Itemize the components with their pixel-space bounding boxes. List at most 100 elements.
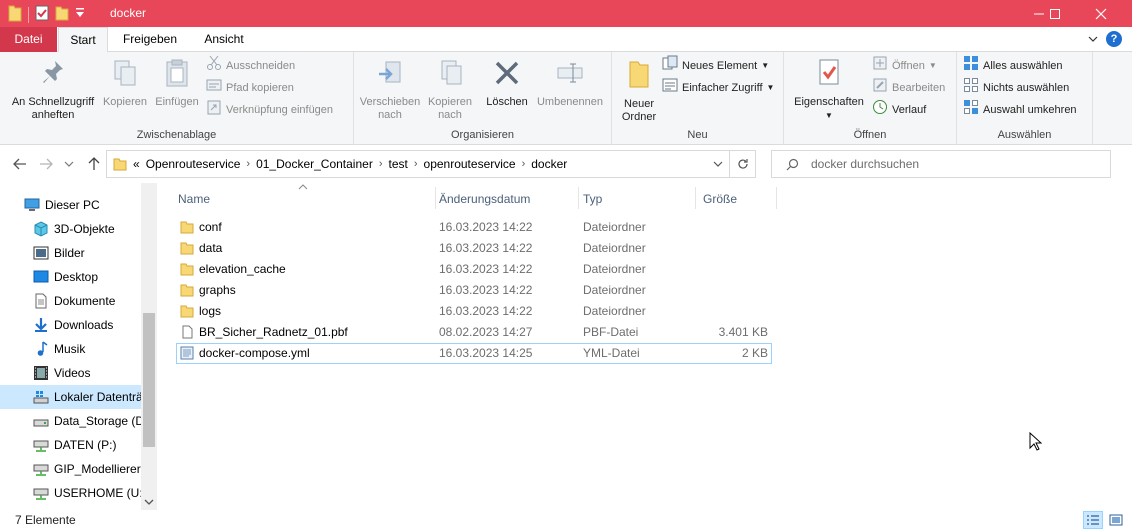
file-row[interactable]: elevation_cache 16.03.2023 14:22 Dateior…: [176, 259, 772, 280]
large-icons-view-button[interactable]: [1106, 511, 1126, 529]
breadcrumb-item[interactable]: docker: [531, 157, 567, 171]
refresh-button[interactable]: [730, 150, 756, 178]
select-all-button[interactable]: Alles auswählen: [963, 55, 1063, 76]
folder-icon: [180, 283, 194, 300]
nav-item-downloads[interactable]: Downloads: [0, 313, 142, 337]
copy-to-button[interactable]: Kopieren nach: [424, 58, 476, 122]
nav-item-userhome[interactable]: USERHOME (U:): [0, 481, 147, 505]
file-date: 16.03.2023 14:22: [439, 283, 533, 297]
invert-selection-button[interactable]: Auswahl umkehren: [963, 99, 1077, 120]
network-drive-icon: [33, 488, 49, 500]
new-folder-button[interactable]: Neuer Ordner: [616, 58, 662, 124]
column-divider[interactable]: [578, 187, 579, 209]
nav-item-local-drive[interactable]: Lokaler Datenträ: [0, 385, 143, 409]
nav-item-gip-modellierer[interactable]: GIP_Modellierer: [0, 457, 142, 481]
cut-button[interactable]: Ausschneiden: [206, 55, 295, 76]
copy-button[interactable]: Kopieren: [100, 58, 150, 109]
chevron-right-icon[interactable]: ›: [522, 158, 526, 170]
details-view-button[interactable]: [1083, 511, 1103, 529]
pin-quick-access-button[interactable]: An Schnellzugriff anheften: [4, 58, 102, 122]
nav-item-music[interactable]: Musik: [0, 337, 142, 361]
easy-access-button[interactable]: Einfacher Zugriff ▼: [662, 78, 774, 98]
nav-item-3d-objects[interactable]: 3D-Objekte: [0, 217, 142, 241]
nav-item-label: Musik: [54, 342, 86, 356]
breadcrumb-item[interactable]: test: [389, 157, 408, 171]
new-item-icon: [662, 55, 678, 78]
history-button[interactable]: Verlauf: [872, 99, 926, 120]
nav-item-data-storage[interactable]: Data_Storage (D:: [0, 409, 147, 433]
chevron-down-icon[interactable]: [1088, 32, 1098, 46]
file-type: Dateiordner: [583, 304, 646, 318]
breadcrumb-overflow[interactable]: «: [133, 157, 140, 171]
recent-locations-button[interactable]: [62, 154, 76, 174]
file-row[interactable]: conf 16.03.2023 14:22 Dateiordner: [176, 217, 772, 238]
file-row[interactable]: BR_Sicher_Radnetz_01.pbf 08.02.2023 14:2…: [176, 322, 772, 343]
column-header-type[interactable]: Typ: [583, 191, 602, 211]
properties-button[interactable]: Eigenschaften ▼: [790, 58, 868, 122]
breadcrumb-item[interactable]: 01_Docker_Container: [256, 157, 373, 171]
chevron-right-icon[interactable]: ›: [414, 158, 418, 170]
file-row[interactable]: logs 16.03.2023 14:22 Dateiordner: [176, 301, 772, 322]
chevron-down-icon[interactable]: [713, 157, 723, 171]
edit-button[interactable]: Bearbeiten: [872, 78, 945, 98]
file-row[interactable]: data 16.03.2023 14:22 Dateiordner: [176, 238, 772, 259]
file-row[interactable]: graphs 16.03.2023 14:22 Dateiordner: [176, 280, 772, 301]
move-to-button[interactable]: Verschieben nach: [358, 58, 422, 122]
column-header-date[interactable]: Änderungsdatum: [439, 191, 530, 211]
ribbon-help-area: ?: [1088, 31, 1122, 47]
nav-item-daten[interactable]: DATEN (P:): [0, 433, 142, 457]
pc-icon: [24, 198, 40, 211]
rename-button[interactable]: Umbenennen: [532, 58, 608, 109]
open-icon: [872, 55, 888, 78]
column-header-name[interactable]: Name: [178, 191, 210, 211]
new-folder-icon[interactable]: [55, 5, 69, 24]
forward-button[interactable]: [36, 154, 56, 174]
nav-item-pictures[interactable]: Bilder: [0, 241, 142, 265]
close-button[interactable]: [1078, 0, 1124, 27]
tab-file[interactable]: Datei: [0, 27, 57, 52]
nav-item-videos[interactable]: Videos: [0, 361, 142, 385]
properties-icon[interactable]: [35, 5, 49, 24]
chevron-right-icon[interactable]: ›: [379, 158, 383, 170]
select-group: Alles auswählen Nichts auswählen Auswahl…: [957, 52, 1093, 145]
select-none-button[interactable]: Nichts auswählen: [963, 77, 1069, 98]
customize-dropdown-icon[interactable]: [75, 7, 85, 22]
search-input[interactable]: docker durchsuchen: [811, 157, 919, 171]
nav-item-label: Dieser PC: [45, 198, 100, 212]
column-divider[interactable]: [435, 187, 436, 209]
nav-item-documents[interactable]: Dokumente: [0, 289, 142, 313]
column-divider[interactable]: [776, 187, 777, 209]
folder-icon: [180, 241, 194, 258]
address-bar[interactable]: « Openrouteservice › 01_Docker_Container…: [106, 150, 730, 178]
back-button[interactable]: [10, 154, 30, 174]
tab-share[interactable]: Freigeben: [110, 27, 190, 52]
chevron-right-icon[interactable]: ›: [246, 158, 250, 170]
maximize-button[interactable]: [1032, 0, 1078, 27]
search-box[interactable]: docker durchsuchen: [771, 150, 1111, 178]
help-icon[interactable]: ?: [1106, 31, 1122, 47]
tab-start[interactable]: Start: [58, 27, 108, 53]
breadcrumb: « Openrouteservice › 01_Docker_Container…: [127, 157, 567, 171]
paste-shortcut-button[interactable]: Verknüpfung einfügen: [206, 100, 333, 120]
explorer-window: docker Datei Start Freigeben Ansicht ? A…: [0, 0, 1132, 530]
new-item-button[interactable]: Neues Element ▼: [662, 55, 769, 78]
select-group-label: Auswählen: [997, 129, 1052, 141]
paste-button[interactable]: Einfügen: [152, 58, 202, 109]
nav-item-desktop[interactable]: Desktop: [0, 265, 142, 289]
column-divider[interactable]: [695, 187, 696, 209]
music-icon: [37, 341, 48, 356]
nav-scrollbar-thumb[interactable]: [143, 313, 155, 447]
chevron-down-icon[interactable]: [144, 498, 154, 506]
up-button[interactable]: [84, 154, 104, 174]
open-button[interactable]: Öffnen ▼: [872, 56, 937, 76]
breadcrumb-item[interactable]: openrouteservice: [424, 157, 516, 171]
nav-item-this-pc[interactable]: Dieser PC: [0, 193, 142, 217]
copy-path-button[interactable]: Pfad kopieren: [206, 78, 294, 98]
breadcrumb-item[interactable]: Openrouteservice: [146, 157, 241, 171]
delete-button[interactable]: Löschen: [480, 58, 534, 109]
ribbon-tabs: Datei Start Freigeben Ansicht ?: [0, 27, 1132, 53]
tab-view[interactable]: Ansicht: [192, 27, 256, 52]
column-header-size[interactable]: Größe: [703, 191, 737, 211]
file-row[interactable]: docker-compose.yml 16.03.2023 14:25 YML-…: [176, 343, 772, 364]
nav-scrollbar[interactable]: [141, 183, 157, 510]
